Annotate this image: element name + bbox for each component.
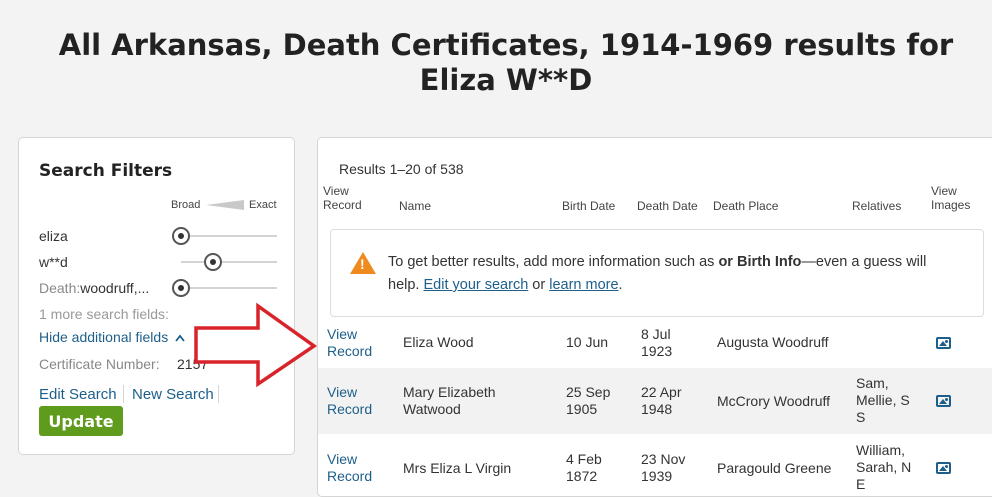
record-name: Eliza Wood <box>403 334 474 350</box>
col-birth-date[interactable]: Birth Date <box>562 199 615 213</box>
search-filters-title: Search Filters <box>39 161 173 181</box>
death-slider-track[interactable] <box>181 287 277 289</box>
scale-wedge-icon <box>206 200 244 210</box>
chevron-up-icon <box>175 334 185 342</box>
scale-broad-label: Broad <box>171 199 201 211</box>
first-name-slider-track[interactable] <box>181 235 277 237</box>
relatives: William, Sarah, N E <box>856 442 912 492</box>
col-view-images: View Images <box>931 184 971 212</box>
death-filter: Death:woodruff,... <box>39 280 149 296</box>
edit-your-search-link[interactable]: Edit your search <box>423 277 528 293</box>
birth-date: 4 Feb 1872 <box>566 451 602 484</box>
table-row: View Record Mary Elizabeth Watwood 25 Se… <box>318 368 992 434</box>
col-relatives: Relatives <box>852 199 902 213</box>
death-place: Augusta Woodruff <box>717 334 829 350</box>
col-view-record: View Record <box>323 184 362 212</box>
table-row: View Record Eliza Wood 10 Jun 8 Jul 1923… <box>318 320 992 368</box>
results-panel: Results 1–20 of 538 View Record Name Bir… <box>317 137 992 497</box>
death-filter-value: woodruff,... <box>80 280 150 296</box>
image-icon[interactable] <box>936 395 951 407</box>
birth-date: 25 Sep 1905 <box>566 384 611 417</box>
image-icon[interactable] <box>936 462 951 474</box>
more-fields-text: 1 more search fields: <box>39 306 169 322</box>
death-place: Paragould Greene <box>717 460 832 476</box>
results-notice: ! To get better results, add more inform… <box>330 229 984 317</box>
col-death-place[interactable]: Death Place <box>713 199 778 213</box>
page-title: All Arkansas, Death Certificates, 1914-1… <box>58 28 954 97</box>
certificate-number-label: Certificate Number: <box>39 356 160 372</box>
death-slider-knob[interactable] <box>172 279 190 297</box>
death-filter-label: Death: <box>39 280 81 296</box>
record-name: Mary Elizabeth Watwood <box>403 384 496 417</box>
view-record-link[interactable]: View Record <box>327 326 377 360</box>
col-name[interactable]: Name <box>399 199 431 213</box>
hide-fields-label: Hide additional fields <box>39 329 169 345</box>
red-arrow-icon <box>194 302 318 388</box>
col-death-date[interactable]: Death Date <box>637 199 698 213</box>
edit-search-link[interactable]: Edit Search <box>39 386 117 403</box>
relatives: Sam, Mellie, S S <box>856 375 910 425</box>
death-date: 22 Apr 1948 <box>641 384 682 417</box>
view-record-link[interactable]: View Record <box>327 384 377 418</box>
death-place: McCrory Woodruff <box>717 393 831 409</box>
last-name-filter: w**d <box>39 254 68 270</box>
view-record-link[interactable]: View Record <box>327 451 377 485</box>
record-name: Mrs Eliza L Virgin <box>403 460 512 476</box>
last-name-slider-track[interactable] <box>181 261 277 263</box>
death-date: 23 Nov 1939 <box>641 451 686 484</box>
image-icon[interactable] <box>936 337 951 349</box>
scale-exact-label: Exact <box>249 199 277 211</box>
warning-icon: ! <box>350 252 376 274</box>
first-name-filter: eliza <box>39 228 68 244</box>
birth-date: 10 Jun <box>566 334 609 350</box>
death-date: 8 Jul 1923 <box>641 326 673 359</box>
results-count: Results 1–20 of 538 <box>339 161 464 177</box>
learn-more-link[interactable]: learn more <box>549 277 618 293</box>
update-button[interactable]: Update <box>39 406 123 436</box>
notice-text: To get better results, add more informat… <box>388 254 927 293</box>
hide-additional-fields-link[interactable]: Hide additional fields <box>39 329 185 345</box>
divider <box>123 385 124 403</box>
search-filters-panel: Search Filters Broad Exact eliza w**d De… <box>18 137 295 455</box>
first-name-slider-knob[interactable] <box>172 227 190 245</box>
table-row: View Record Mrs Eliza L Virgin 4 Feb 187… <box>318 434 992 496</box>
last-name-slider-knob[interactable] <box>204 253 222 271</box>
